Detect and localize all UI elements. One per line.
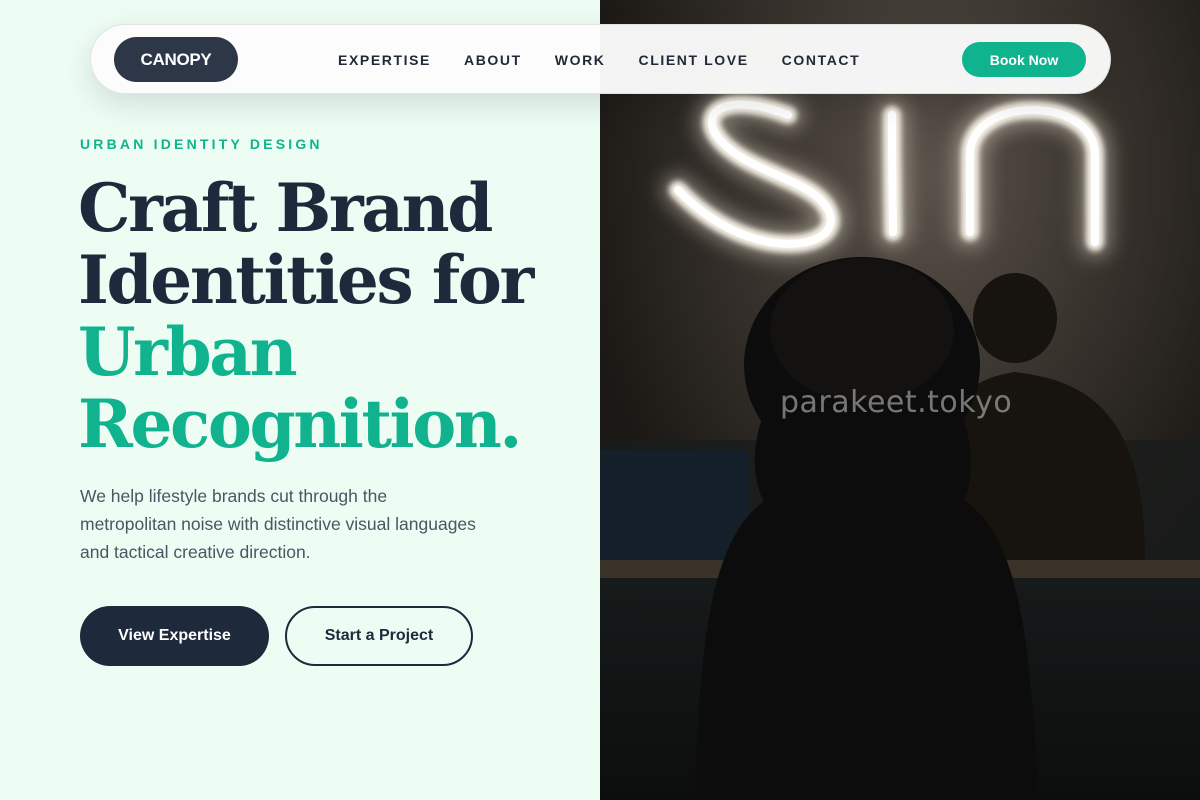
book-now-button[interactable]: Book Now (962, 42, 1086, 77)
hero-description: We help lifestyle brands cut through the… (80, 486, 476, 562)
top-navbar: CANOPY EXPERTISE ABOUT WORK CLIENT LOVE … (90, 24, 1111, 94)
headline-line-3: Urban (78, 313, 298, 391)
hero-headline: Craft Brand Identities for Urban Recogni… (78, 172, 578, 460)
start-project-button[interactable]: Start a Project (285, 606, 473, 666)
hero-eyebrow: URBAN IDENTITY DESIGN (80, 136, 323, 152)
headline-line-2: Identities for (78, 241, 534, 319)
nav-links: EXPERTISE ABOUT WORK CLIENT LOVE CONTACT (338, 25, 860, 95)
nav-link-work[interactable]: WORK (555, 52, 606, 68)
headline-line-1: Craft Brand (78, 169, 493, 247)
nav-link-about[interactable]: ABOUT (464, 52, 522, 68)
canopy-logo[interactable]: CANOPY (114, 37, 238, 82)
photo-watermark: parakeet.tokyo (780, 385, 1013, 420)
nav-link-client-love[interactable]: CLIENT LOVE (639, 52, 749, 68)
nav-link-expertise[interactable]: EXPERTISE (338, 52, 431, 68)
headline-line-4: Recognition. (78, 385, 522, 463)
hero-left-panel: URBAN IDENTITY DESIGN Craft Brand Identi… (0, 0, 600, 800)
hero-photo: parakeet.tokyo (600, 0, 1200, 800)
view-expertise-button[interactable]: View Expertise (80, 606, 269, 666)
nav-link-contact[interactable]: CONTACT (782, 52, 861, 68)
